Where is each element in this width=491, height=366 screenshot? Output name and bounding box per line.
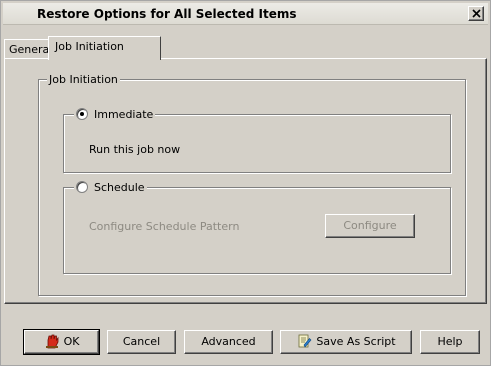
- radio-unchecked-icon: [76, 181, 88, 193]
- schedule-pattern-label: Configure Schedule Pattern: [89, 220, 240, 233]
- immediate-description: Run this job now: [89, 143, 181, 156]
- cancel-button[interactable]: Cancel: [107, 330, 176, 354]
- ok-button[interactable]: OK: [23, 329, 100, 356]
- script-icon: [296, 333, 312, 356]
- tab-job-initiation[interactable]: Job Initiation: [48, 36, 161, 60]
- immediate-radio[interactable]: Immediate: [74, 108, 156, 121]
- save-as-script-button[interactable]: Save As Script: [280, 330, 412, 354]
- advanced-button[interactable]: Advanced: [184, 330, 273, 354]
- job-initiation-group-label: Job Initiation: [47, 73, 120, 86]
- window-title: Restore Options for All Selected Items: [37, 7, 297, 21]
- stop-sign-hand-icon: [44, 333, 60, 356]
- close-icon: [472, 9, 481, 18]
- help-button[interactable]: Help: [420, 330, 480, 354]
- tab-job-initiation-label: Job Initiation: [55, 40, 124, 53]
- configure-button[interactable]: Configure: [325, 214, 415, 238]
- restore-options-dialog: Restore Options for All Selected Items G…: [0, 0, 491, 366]
- ok-label: OK: [63, 335, 80, 348]
- tab-general[interactable]: General: [4, 39, 53, 58]
- tab-general-label: General: [9, 43, 53, 56]
- save-as-script-label: Save As Script: [316, 335, 396, 348]
- title-bar[interactable]: Restore Options for All Selected Items: [3, 3, 488, 25]
- radio-checked-icon: [76, 108, 88, 120]
- immediate-label: Immediate: [94, 108, 154, 121]
- schedule-radio[interactable]: Schedule: [74, 181, 147, 194]
- close-button[interactable]: [468, 6, 484, 21]
- schedule-label: Schedule: [94, 181, 145, 194]
